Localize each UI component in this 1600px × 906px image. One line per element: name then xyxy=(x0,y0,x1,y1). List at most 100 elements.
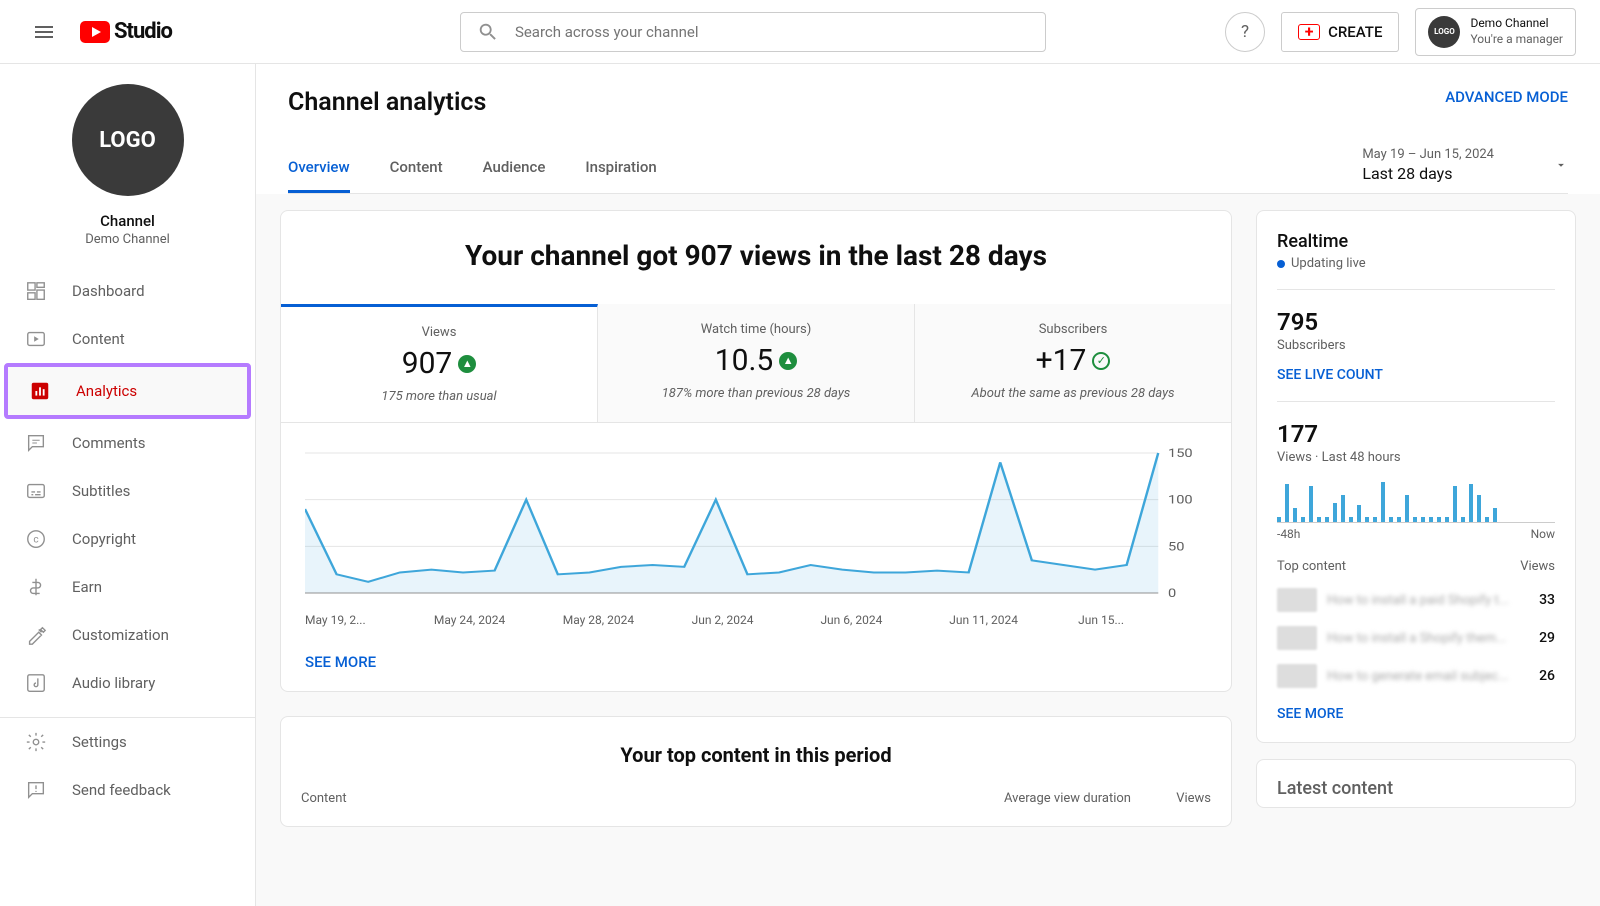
logo[interactable]: Studio xyxy=(80,19,172,44)
top-content-card: Your top content in this period Content … xyxy=(280,716,1232,827)
menu-icon xyxy=(32,20,56,44)
see-live-count-link[interactable]: SEE LIVE COUNT xyxy=(1277,367,1383,383)
sidebar-item-earn[interactable]: Earn xyxy=(0,563,255,611)
realtime-content-row[interactable]: How to generate email subjec... 26 xyxy=(1277,664,1555,688)
spark-bar xyxy=(1461,517,1465,522)
chevron-down-icon xyxy=(1554,158,1568,172)
x-tick-label: Jun 2, 2024 xyxy=(692,613,821,627)
content-views: 33 xyxy=(1539,592,1555,608)
tab-inspiration[interactable]: Inspiration xyxy=(585,158,656,193)
metric-watch-time[interactable]: Watch time (hours) 10.5 ▲ 187% more than… xyxy=(598,304,915,422)
account-switcher[interactable]: LOGO Demo Channel You're a manager xyxy=(1415,8,1576,56)
search-input[interactable] xyxy=(515,23,1029,41)
sidebar-item-analytics[interactable]: Analytics xyxy=(8,367,247,415)
realtime-card: Realtime Updating live 795 Subscribers S… xyxy=(1256,210,1576,743)
content-icon xyxy=(24,327,48,351)
metric-label: Watch time (hours) xyxy=(608,322,904,337)
metric-sub: 175 more than usual xyxy=(291,389,587,404)
menu-button[interactable] xyxy=(24,12,64,52)
sidebar-item-copyright[interactable]: c Copyright xyxy=(0,515,255,563)
spark-bar xyxy=(1373,517,1377,522)
realtime-subs-value: 795 xyxy=(1277,308,1555,336)
spark-bar xyxy=(1485,517,1489,522)
sidebar-item-feedback[interactable]: Send feedback xyxy=(0,766,255,814)
thumbnail xyxy=(1277,664,1317,688)
spark-bar xyxy=(1357,505,1361,522)
search-box[interactable] xyxy=(460,12,1046,52)
spark-bar xyxy=(1381,482,1385,522)
date-range-sub: May 19 – Jun 15, 2024 xyxy=(1362,147,1494,162)
rt-views-header: Views xyxy=(1520,559,1555,574)
comments-icon xyxy=(24,431,48,455)
account-name: Demo Channel xyxy=(1470,16,1563,32)
realtime-see-more-link[interactable]: SEE MORE xyxy=(1277,706,1343,722)
spark-bar xyxy=(1397,517,1401,522)
sidebar: LOGO Channel Demo Channel Dashboard Cont… xyxy=(0,64,256,906)
spark-bar xyxy=(1445,517,1449,522)
gear-icon xyxy=(24,730,48,754)
spark-bar xyxy=(1285,484,1289,522)
content-views: 26 xyxy=(1539,668,1555,684)
youtube-icon xyxy=(80,21,110,43)
realtime-content-row[interactable]: How to install a Shopify them...29 xyxy=(1277,626,1555,650)
create-button[interactable]: + CREATE xyxy=(1281,12,1399,52)
content-title: How to generate email subjec... xyxy=(1327,669,1529,684)
channel-avatar[interactable]: LOGO xyxy=(72,84,184,196)
tab-overview[interactable]: Overview xyxy=(288,158,350,193)
advanced-mode-link[interactable]: ADVANCED MODE xyxy=(1445,88,1568,106)
spark-bar xyxy=(1437,517,1441,522)
sidebar-item-customization[interactable]: Customization xyxy=(0,611,255,659)
tab-content[interactable]: Content xyxy=(390,158,443,193)
realtime-content-row[interactable]: How to install a paid Shopify t... 33 xyxy=(1277,588,1555,612)
realtime-sparkline xyxy=(1277,477,1555,523)
sidebar-item-label: Analytics xyxy=(76,382,137,400)
spark-bar xyxy=(1421,517,1425,522)
spark-bar xyxy=(1293,508,1297,522)
sidebar-item-label: Send feedback xyxy=(72,781,171,799)
metric-sub: 187% more than previous 28 days xyxy=(608,386,904,401)
x-tick-label: May 19, 2... xyxy=(305,613,434,627)
metric-subscribers[interactable]: Subscribers +17 ✓ About the same as prev… xyxy=(915,304,1231,422)
spark-bar xyxy=(1325,517,1329,522)
metric-value: +17 xyxy=(1036,343,1087,378)
latest-content-title: Latest content xyxy=(1277,778,1555,799)
date-range-picker[interactable]: May 19 – Jun 15, 2024 Last 28 days xyxy=(1362,147,1568,193)
sidebar-item-label: Subtitles xyxy=(72,482,130,500)
spark-bar xyxy=(1405,495,1409,522)
tab-audience[interactable]: Audience xyxy=(483,158,546,193)
col-avg-duration: Average view duration xyxy=(991,791,1131,806)
sidebar-item-label: Comments xyxy=(72,434,146,452)
realtime-views48-value: 177 xyxy=(1277,420,1555,448)
spark-bar xyxy=(1469,484,1473,522)
content-title: How to install a paid Shopify t... xyxy=(1327,593,1529,608)
x-tick-label: Jun 11, 2024 xyxy=(949,613,1078,627)
spark-bar xyxy=(1493,508,1497,522)
thumbnail xyxy=(1277,588,1317,612)
help-button[interactable]: ? xyxy=(1225,12,1265,52)
metric-views[interactable]: Views 907 ▲ 175 more than usual xyxy=(281,304,598,422)
svg-text:100: 100 xyxy=(1168,494,1193,507)
sidebar-item-label: Content xyxy=(72,330,125,348)
top-content-title: Your top content in this period xyxy=(301,737,1211,791)
live-dot-icon xyxy=(1277,260,1285,268)
metric-value: 907 xyxy=(402,346,453,381)
customization-icon xyxy=(24,623,48,647)
sidebar-item-label: Audio library xyxy=(72,674,155,692)
x-tick-label: Jun 6, 2024 xyxy=(820,613,949,627)
sidebar-item-content[interactable]: Content xyxy=(0,315,255,363)
realtime-views48-label: Views · Last 48 hours xyxy=(1277,450,1555,465)
sidebar-item-comments[interactable]: Comments xyxy=(0,419,255,467)
realtime-live-label: Updating live xyxy=(1291,256,1366,271)
sidebar-item-audio-library[interactable]: Audio library xyxy=(0,659,255,707)
subtitles-icon xyxy=(24,479,48,503)
metric-label: Subscribers xyxy=(925,322,1221,337)
tabs: Overview Content Audience Inspiration xyxy=(288,158,657,193)
summary-card: Your channel got 907 views in the last 2… xyxy=(280,210,1232,692)
sidebar-item-settings[interactable]: Settings xyxy=(0,718,255,766)
see-more-link[interactable]: SEE MORE xyxy=(281,647,400,691)
metric-value: 10.5 xyxy=(715,343,774,378)
spark-bar xyxy=(1389,517,1393,522)
sidebar-item-dashboard[interactable]: Dashboard xyxy=(0,267,255,315)
trend-up-icon: ▲ xyxy=(779,352,797,370)
sidebar-item-subtitles[interactable]: Subtitles xyxy=(0,467,255,515)
